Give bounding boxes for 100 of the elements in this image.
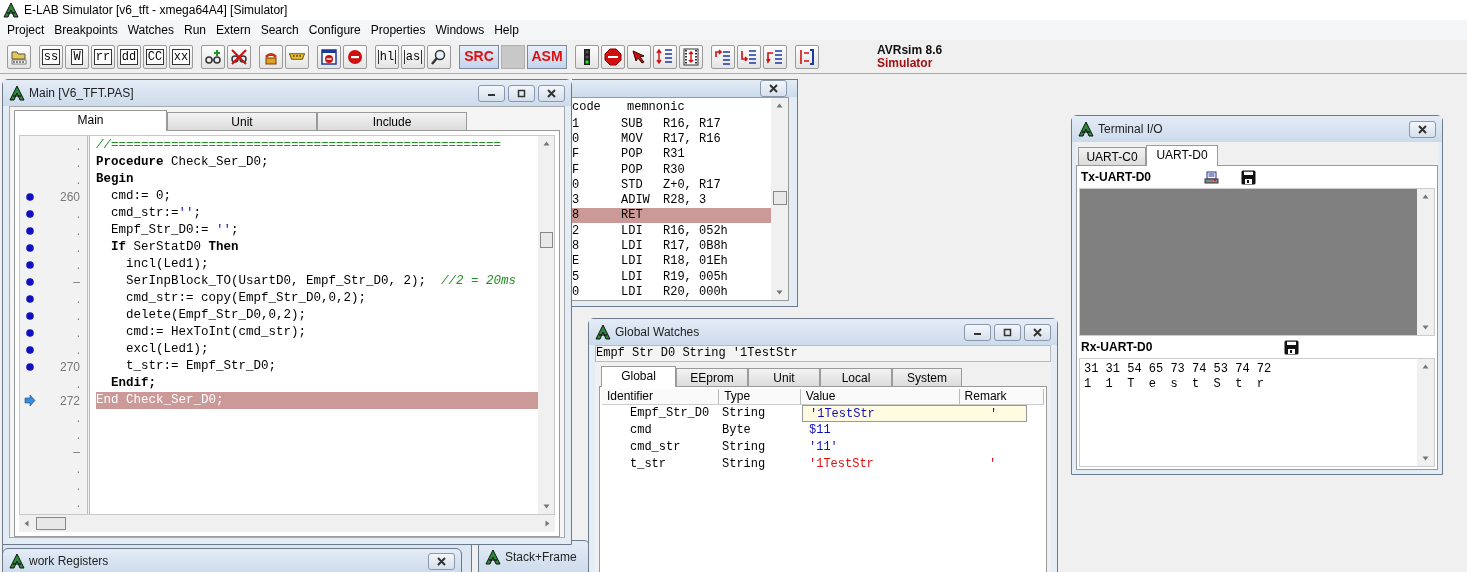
scrollbar-thumb[interactable] <box>772 191 787 205</box>
tab[interactable]: Include <box>317 112 467 130</box>
toolbar-button[interactable] <box>201 44 225 69</box>
disassembly-row[interactable]: 5 LDI R19, 005h <box>572 268 771 285</box>
disassembly-row[interactable]: 8 LDI R17, 0B8h <box>572 238 771 254</box>
printer-icon[interactable] <box>1204 170 1219 184</box>
disassembly-row[interactable]: 0 LDI R20, 000h <box>572 284 771 300</box>
toolbar-button[interactable] <box>227 44 251 69</box>
vertical-scrollbar[interactable] <box>1417 189 1434 335</box>
menu-item[interactable]: Properties <box>365 21 431 39</box>
toolbar-button[interactable] <box>575 44 599 69</box>
vertical-scrollbar[interactable] <box>771 98 788 300</box>
scroll-down-arrow-icon[interactable] <box>1422 324 1429 331</box>
disassembly-row[interactable]: 0 MOV R17, R16 <box>572 131 771 147</box>
toolbar-button[interactable] <box>601 44 625 69</box>
disassembly-row[interactable]: F POP R31 <box>572 146 771 162</box>
toolbar-button[interactable] <box>679 44 703 69</box>
scrollbar-thumb[interactable] <box>36 517 66 530</box>
minimize-button[interactable] <box>964 323 991 341</box>
breakpoint-icon[interactable] <box>26 260 34 269</box>
menu-item[interactable]: Search <box>255 21 304 39</box>
close-button[interactable] <box>760 80 787 97</box>
tab[interactable]: Unit <box>748 368 820 386</box>
breakpoint-icon[interactable] <box>26 226 34 235</box>
menu-item[interactable]: Help <box>489 21 524 39</box>
breakpoint-icon[interactable] <box>26 328 34 337</box>
table-cell[interactable]: '1TestStr ' <box>802 405 1027 422</box>
scroll-right-arrow-icon[interactable] <box>544 520 551 527</box>
toolbar-button[interactable]: xx <box>169 44 193 69</box>
toolbar-button[interactable]: rr <box>91 44 115 69</box>
menu-item[interactable]: Extern <box>211 21 256 39</box>
menu-item[interactable]: Run <box>179 21 211 39</box>
tab[interactable]: UART-C0 <box>1078 147 1146 165</box>
toolbar-button[interactable] <box>317 44 341 69</box>
menu-item[interactable]: Project <box>2 21 50 39</box>
maximize-button[interactable] <box>508 84 535 102</box>
close-button[interactable] <box>1024 323 1051 341</box>
toolbar-button[interactable]: W <box>65 44 89 69</box>
save-icon[interactable] <box>1284 339 1299 355</box>
breakpoint-icon[interactable] <box>26 209 34 218</box>
table-cell[interactable]: '1TestStr ' <box>802 456 1027 473</box>
scroll-left-arrow-icon[interactable] <box>23 520 30 527</box>
close-button[interactable] <box>428 552 455 570</box>
disassembly-row[interactable]: 1 SUB R16, R17 <box>572 116 771 132</box>
minimize-button[interactable] <box>478 84 505 102</box>
menu-item[interactable]: Breakpoints <box>49 21 123 39</box>
breakpoint-icon[interactable] <box>26 345 34 354</box>
scroll-up-arrow-icon[interactable] <box>1422 193 1429 200</box>
toolbar-button[interactable]: hl <box>375 44 399 69</box>
breakpoint-icon[interactable] <box>26 192 34 201</box>
disassembly-row[interactable]: 0 STD Z+0, R17 <box>572 177 771 193</box>
tab[interactable]: UART-D0 <box>1146 145 1218 166</box>
tab[interactable]: Global <box>601 366 676 387</box>
maximize-button[interactable] <box>994 323 1021 341</box>
scroll-up-arrow-icon[interactable] <box>542 140 550 147</box>
tab[interactable]: Local <box>820 368 892 386</box>
column-header[interactable]: Value <box>800 389 960 404</box>
tab[interactable]: EEprom <box>676 368 748 386</box>
disassembly-row[interactable]: 8 RET <box>572 207 771 224</box>
column-header[interactable]: Identifier <box>602 389 720 404</box>
vertical-scrollbar[interactable] <box>1417 359 1434 466</box>
disassembly-row[interactable]: 2 LDI R16, 052h <box>572 223 771 239</box>
toolbar-button[interactable] <box>427 44 451 69</box>
toolbar-button[interactable]: dd <box>117 44 141 69</box>
scroll-up-arrow-icon[interactable] <box>776 102 783 109</box>
close-button[interactable] <box>1409 120 1436 138</box>
disassembly-row[interactable]: E LDI R18, 01Eh <box>572 253 771 269</box>
scroll-down-arrow-icon[interactable] <box>542 503 550 510</box>
toolbar-button[interactable] <box>627 44 651 69</box>
toolbar-button[interactable]: CC <box>143 44 167 69</box>
toolbar-button[interactable] <box>795 44 819 69</box>
breakpoint-icon[interactable] <box>26 311 34 320</box>
scroll-down-arrow-icon[interactable] <box>1422 455 1429 462</box>
table-cell[interactable]: '11' <box>802 439 1027 456</box>
breakpoint-icon[interactable] <box>26 243 34 252</box>
scrollbar-thumb[interactable] <box>539 232 553 248</box>
scroll-down-arrow-icon[interactable] <box>776 288 783 296</box>
breakpoint-icon[interactable] <box>26 362 34 371</box>
menu-item[interactable]: Windows <box>430 21 490 39</box>
vertical-scrollbar[interactable] <box>538 136 554 514</box>
horizontal-scrollbar[interactable] <box>19 515 555 532</box>
breakpoint-icon[interactable] <box>26 277 34 286</box>
menu-item[interactable]: Configure <box>303 21 366 39</box>
toolbar-button[interactable]: SRC <box>459 44 499 69</box>
column-header[interactable]: Remark <box>959 389 1044 404</box>
toolbar-button[interactable]: as <box>401 44 425 69</box>
tab[interactable]: Unit <box>167 112 317 130</box>
table-cell[interactable]: $11 <box>802 422 1027 439</box>
toolbar-button[interactable]: ASM <box>527 44 567 69</box>
breakpoint-icon[interactable] <box>26 294 34 303</box>
tab[interactable]: System <box>892 368 962 386</box>
disassembly-row[interactable]: 3 ADIW R28, 3 <box>572 192 771 208</box>
menu-item[interactable]: Watches <box>122 21 179 39</box>
scroll-up-arrow-icon[interactable] <box>1422 363 1429 370</box>
close-button[interactable] <box>538 84 565 102</box>
toolbar-button[interactable]: ss <box>39 44 63 69</box>
save-icon[interactable] <box>1241 169 1256 185</box>
tab[interactable]: Main <box>14 110 167 131</box>
disassembly-row[interactable]: F POP R30 <box>572 161 771 178</box>
column-header[interactable]: Type <box>719 389 801 404</box>
